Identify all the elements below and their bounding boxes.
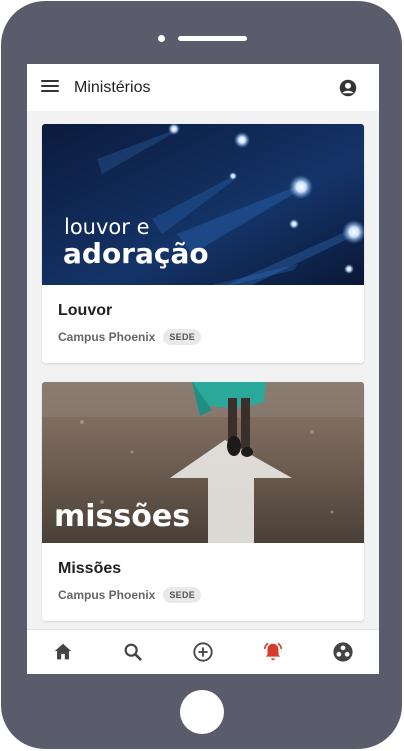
- account-circle-icon[interactable]: [339, 79, 357, 97]
- status-badge: SEDE: [163, 329, 202, 345]
- phone-frame: Ministérios louvor e adoração Louvor Cam…: [1, 1, 402, 749]
- earpiece-speaker: [178, 36, 247, 41]
- card-subtitle: Campus Phoenix SEDE: [58, 587, 202, 603]
- home-icon[interactable]: [52, 641, 74, 663]
- ministry-image-missoes: missões: [42, 382, 364, 543]
- app-bar: Ministérios: [27, 64, 379, 111]
- app-screen: Ministérios louvor e adoração Louvor Cam…: [27, 64, 379, 674]
- status-badge: SEDE: [163, 587, 202, 603]
- front-camera: [158, 35, 165, 42]
- campus-name: Campus Phoenix: [58, 330, 156, 344]
- campus-name: Campus Phoenix: [58, 588, 156, 602]
- image-caption: missões: [54, 499, 191, 534]
- card-subtitle: Campus Phoenix SEDE: [58, 329, 202, 345]
- search-icon[interactable]: [122, 641, 144, 663]
- hamburger-icon[interactable]: [41, 80, 59, 96]
- image-caption-line2: adoração: [63, 237, 209, 270]
- add-circle-icon[interactable]: [192, 641, 214, 663]
- card-title: Louvor: [58, 302, 113, 319]
- bottom-navigation: [27, 629, 379, 674]
- ministry-card-louvor[interactable]: louvor e adoração Louvor Campus Phoenix …: [42, 124, 364, 363]
- home-button[interactable]: [180, 690, 224, 734]
- ministry-card-missoes[interactable]: missões Missões Campus Phoenix SEDE: [42, 382, 364, 621]
- image-caption-line1: louvor e: [64, 215, 150, 239]
- ministry-image-louvor: louvor e adoração: [42, 124, 364, 285]
- community-icon[interactable]: [332, 641, 354, 663]
- bell-ringing-icon[interactable]: [262, 641, 284, 663]
- page-title: Ministérios: [74, 79, 151, 96]
- card-title: Missões: [58, 560, 122, 577]
